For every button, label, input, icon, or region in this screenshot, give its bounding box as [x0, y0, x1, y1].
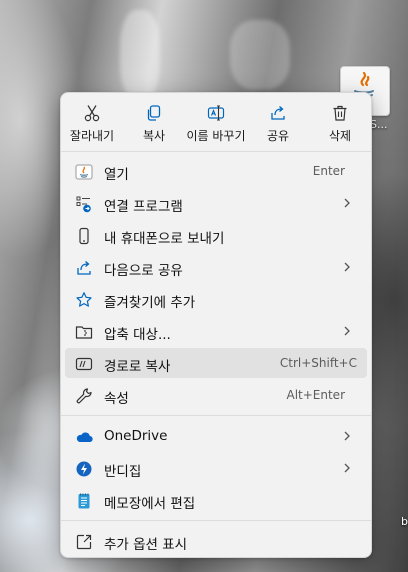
- wrench-icon: [76, 388, 92, 404]
- menu-item-label: 다음으로 공유: [104, 263, 183, 279]
- share-icon: [271, 106, 285, 120]
- notepad-icon: [78, 493, 90, 509]
- share-button[interactable]: 공유: [247, 93, 309, 149]
- menu-item-open[interactable]: 열기 Enter: [65, 156, 367, 186]
- share-label: 공유: [266, 129, 290, 143]
- open-with-icon: [76, 196, 91, 213]
- java-file-icon: [75, 164, 93, 180]
- rename-label: 이름 바꾸기: [186, 129, 246, 143]
- menu-item-label: 즐겨찾기에 추가: [104, 295, 196, 311]
- menu-item-add-favorites[interactable]: 즐겨찾기에 추가: [65, 284, 367, 314]
- zip-folder-icon: [75, 326, 93, 339]
- menu-item-label: 연결 프로그램: [104, 199, 183, 215]
- menu-item-compress[interactable]: 압축 대상...: [65, 316, 367, 346]
- star-icon: [76, 292, 92, 307]
- rename-button[interactable]: 이름 바꾸기: [185, 93, 247, 149]
- copy-path-icon: [75, 357, 93, 371]
- copy-button[interactable]: 복사: [123, 93, 185, 149]
- chevron-right-icon: [344, 198, 350, 208]
- context-menu: 잘라내기 복사 이름 바꾸기 공유 삭제 열기 Enter 연결 프로그램 내 …: [60, 92, 372, 558]
- chevron-right-icon: [344, 431, 350, 441]
- onedrive-cloud-icon: [76, 432, 93, 443]
- menu-item-label: 내 휴대폰으로 보내기: [104, 231, 225, 247]
- menu-item-notepad-edit[interactable]: 메모장에서 편집: [65, 485, 367, 515]
- phone-icon: [79, 227, 89, 245]
- menu-item-bandizip[interactable]: 반디집: [65, 453, 367, 483]
- chevron-right-icon: [344, 463, 350, 473]
- bandizip-icon: [76, 461, 92, 477]
- delete-label: 삭제: [328, 129, 352, 143]
- menu-item-copy-path[interactable]: 경로로 복사 Ctrl+Shift+C: [65, 348, 367, 378]
- separator: [61, 415, 371, 416]
- context-menu-toolbar: 잘라내기 복사 이름 바꾸기 공유 삭제: [61, 93, 371, 149]
- menu-item-open-with[interactable]: 연결 프로그램: [65, 188, 367, 218]
- rename-icon: [207, 105, 225, 121]
- desktop-edge-text: b: [401, 515, 408, 528]
- copy-icon: [147, 105, 161, 121]
- menu-item-send-to-phone[interactable]: 내 휴대폰으로 보내기: [65, 220, 367, 250]
- menu-item-label: OneDrive: [104, 428, 168, 444]
- shortcut-text: Enter: [312, 164, 345, 178]
- menu-item-label: 경로로 복사: [104, 359, 171, 375]
- menu-item-label: 속성: [104, 391, 129, 407]
- cut-button[interactable]: 잘라내기: [61, 93, 123, 149]
- shortcut-text: Alt+Enter: [286, 388, 345, 402]
- menu-item-onedrive[interactable]: OneDrive: [65, 421, 367, 451]
- cut-label: 잘라내기: [69, 129, 115, 143]
- copy-label: 복사: [142, 129, 166, 143]
- share-icon: [77, 261, 91, 275]
- separator: [61, 151, 371, 152]
- background-highlight: [120, 10, 160, 100]
- scissors-icon: [84, 105, 100, 122]
- menu-item-share-with[interactable]: 다음으로 공유: [65, 252, 367, 282]
- menu-item-label: 메모장에서 편집: [104, 496, 196, 512]
- expand-options-icon: [76, 534, 92, 550]
- menu-item-properties[interactable]: 속성 Alt+Enter: [65, 380, 367, 410]
- menu-item-label: 반디집: [104, 464, 142, 480]
- menu-item-label: 열기: [104, 167, 129, 183]
- menu-item-label: 추가 옵션 표시: [104, 537, 188, 553]
- chevron-right-icon: [344, 262, 350, 272]
- menu-item-label: 압축 대상...: [104, 327, 171, 343]
- shortcut-text: Ctrl+Shift+C: [279, 356, 357, 370]
- menu-item-more-options[interactable]: 추가 옵션 표시: [65, 526, 367, 556]
- trash-icon: [333, 105, 347, 121]
- chevron-right-icon: [344, 326, 350, 336]
- separator: [61, 520, 371, 521]
- delete-button[interactable]: 삭제: [309, 93, 371, 149]
- background-highlight: [230, 20, 290, 90]
